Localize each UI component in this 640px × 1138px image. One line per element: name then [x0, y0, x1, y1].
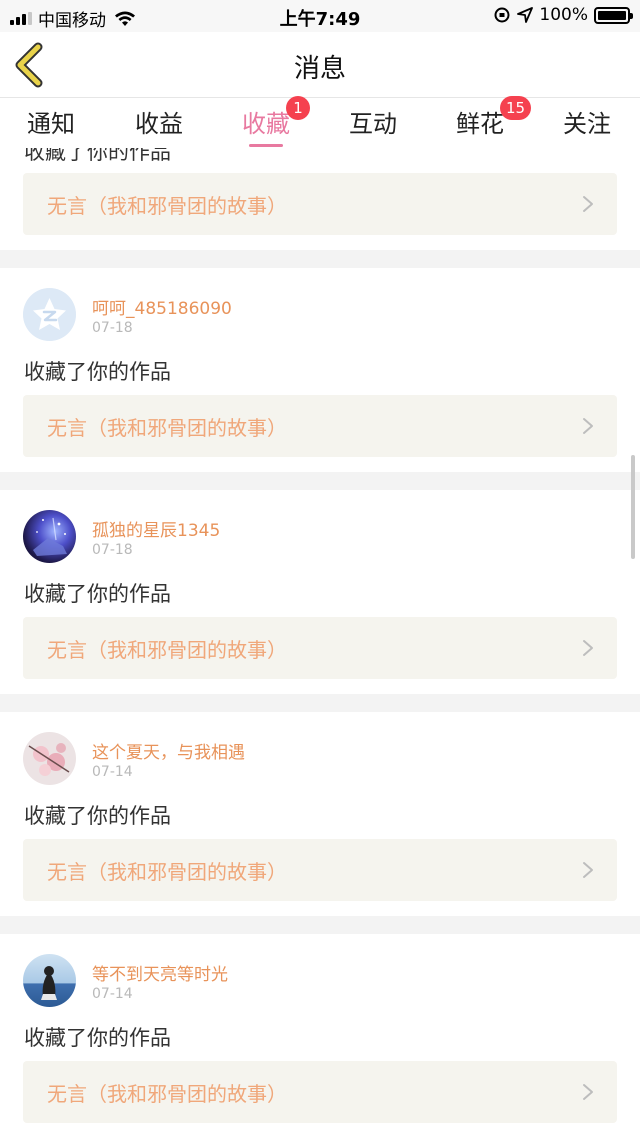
tab-label: 收藏: [242, 110, 290, 138]
username[interactable]: 孤独的星辰1345: [92, 516, 220, 541]
timestamp: 07-14: [92, 764, 133, 780]
status-bar: 中国移动 上午7:49 100%: [0, 0, 640, 32]
avatar-night-sky-image: [33, 517, 67, 556]
work-title: 无言（我和邪骨团的故事）: [47, 416, 287, 440]
timestamp: 07-14: [92, 986, 133, 1002]
work-link[interactable]: 无言（我和邪骨团的故事）: [23, 1061, 617, 1123]
tab-earnings[interactable]: 收益: [109, 104, 209, 139]
work-title: 无言（我和邪骨团的故事）: [47, 1082, 287, 1106]
work-link[interactable]: 无言（我和邪骨团的故事）: [23, 395, 617, 457]
work-link[interactable]: 无言（我和邪骨团的故事）: [23, 617, 617, 679]
work-link[interactable]: 无言（我和邪骨团的故事）: [23, 173, 617, 235]
avatar[interactable]: [23, 954, 76, 1007]
chevron-right-icon: [583, 196, 593, 212]
active-tab-indicator: [249, 144, 283, 147]
tab-label: 收益: [135, 110, 183, 138]
timestamp: 07-18: [92, 542, 133, 558]
action-text: 收藏了你的作品: [24, 582, 171, 606]
chevron-right-icon: [583, 640, 593, 656]
notification-badge: 1: [286, 96, 310, 120]
tab-following[interactable]: 关注: [537, 104, 637, 139]
tab-label: 通知: [27, 110, 75, 138]
qzone-star-icon: [23, 288, 76, 341]
avatar[interactable]: [23, 288, 76, 341]
action-text: 收藏了你的作品: [24, 148, 171, 164]
message-card: 收藏了你的作品 无言（我和邪骨团的故事）: [0, 148, 640, 250]
navigation-bar: 消息: [0, 32, 640, 98]
username[interactable]: 等不到天亮等时光: [92, 960, 228, 985]
work-title: 无言（我和邪骨团的故事）: [47, 194, 287, 218]
action-text: 收藏了你的作品: [24, 804, 171, 828]
tab-bar: 通知 收益 收藏 1 互动 鲜花 15 关注: [0, 96, 640, 148]
work-title: 无言（我和邪骨团的故事）: [47, 638, 287, 662]
username[interactable]: 呵呵_485186090: [92, 294, 232, 319]
status-right: 100%: [493, 5, 633, 25]
tab-favorites[interactable]: 收藏 1: [216, 96, 316, 147]
message-feed[interactable]: 收藏了你的作品 无言（我和邪骨团的故事） 呵呵_485186090 07-18 …: [0, 148, 640, 1138]
page-title: 消息: [293, 54, 346, 84]
timestamp: 07-18: [92, 320, 133, 336]
chevron-right-icon: [583, 862, 593, 878]
username[interactable]: 这个夏天，与我相遇: [92, 738, 245, 763]
action-text: 收藏了你的作品: [24, 1026, 171, 1050]
message-card: 孤独的星辰1345 07-18 收藏了你的作品 无言（我和邪骨团的故事）: [0, 490, 640, 694]
location-arrow-icon: [517, 7, 534, 23]
battery-percent: 100%: [539, 5, 588, 25]
message-card: 呵呵_485186090 07-18 收藏了你的作品 无言（我和邪骨团的故事）: [0, 268, 640, 472]
orientation-lock-icon: [494, 7, 510, 23]
chevron-right-icon: [583, 1084, 593, 1100]
avatar[interactable]: [23, 732, 76, 785]
battery-icon: [594, 6, 633, 24]
avatar[interactable]: [23, 510, 76, 563]
action-text: 收藏了你的作品: [24, 360, 171, 384]
tab-label: 鲜花: [456, 110, 504, 138]
tab-notifications[interactable]: 通知: [1, 104, 101, 139]
message-card: 等不到天亮等时光 07-14 收藏了你的作品 无言（我和邪骨团的故事）: [0, 934, 640, 1138]
message-card: 这个夏天，与我相遇 07-14 收藏了你的作品 无言（我和邪骨团的故事）: [0, 712, 640, 916]
work-link[interactable]: 无言（我和邪骨团的故事）: [23, 839, 617, 901]
work-title: 无言（我和邪骨团的故事）: [47, 860, 287, 884]
tab-label: 互动: [349, 110, 397, 138]
avatar-blossom-image: [28, 743, 70, 776]
tab-label: 关注: [563, 110, 611, 138]
tab-flowers[interactable]: 鲜花 15: [430, 96, 532, 139]
notification-badge: 15: [500, 96, 532, 120]
tab-interactions[interactable]: 互动: [323, 104, 423, 139]
avatar-girl-sea-image: [41, 966, 57, 1000]
scrollbar[interactable]: [631, 455, 635, 559]
chevron-right-icon: [583, 418, 593, 434]
